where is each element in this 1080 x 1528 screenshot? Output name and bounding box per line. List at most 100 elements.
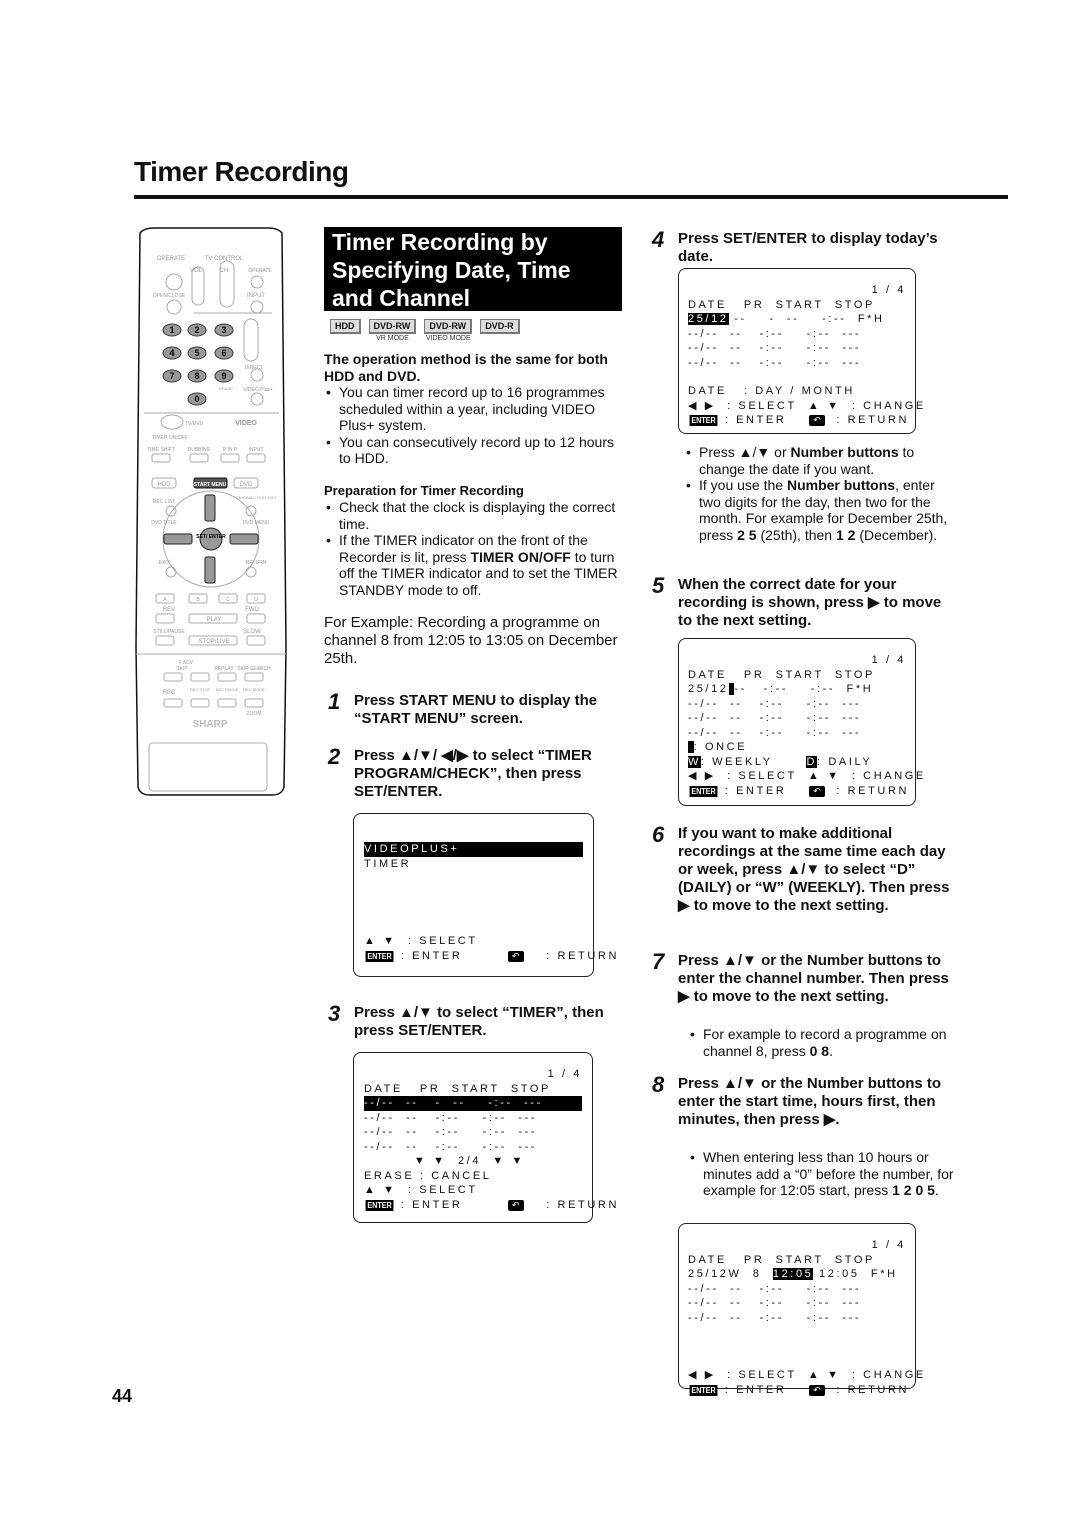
timer-row: --/-- -- -:-- -:-- --- — [364, 1111, 538, 1124]
label-exit: EXIT — [158, 560, 169, 566]
label-replay: REPLAY — [214, 666, 234, 672]
label-skip-search: SKIP SEARCH — [237, 666, 271, 672]
page-indicator: 1 / 4 — [871, 654, 906, 666]
heading-line: Timer Recording by — [332, 229, 548, 255]
return-key-icon: ↶ — [809, 415, 825, 426]
return-key-icon: ↶ — [809, 785, 825, 797]
timer-row: --/-- -- -:-- -:-- --- — [688, 342, 862, 354]
notes-block: The operation method is the same for bot… — [324, 351, 624, 668]
label-input-2: INPUT — [249, 447, 264, 453]
hint-select-change: ◀ ▶ : SELECT ▲ ▼ : CHANGE — [688, 770, 926, 782]
label-direct: DIRECT — [245, 365, 264, 371]
media-badges: HDD DVD-RW VR MODE DVD-RW VIDEO MODE DVD-R — [330, 319, 520, 344]
page-indicator: 1 / 4 — [871, 284, 906, 296]
label-tv-dvd: TV/DVD — [185, 421, 204, 427]
remote-control-illustration: 1 2 3 4 5 6 7 8 9 0 START MENU SET/ ENTE… — [134, 227, 288, 797]
label-still-pause: STILL/PAUSE — [153, 629, 185, 635]
hint-enter-return: ENTER : ENTER ↶ : RETURN — [689, 1383, 910, 1396]
badge-dvd-rw-video: DVD-RW VIDEO MODE — [424, 319, 473, 342]
hdd-key: HDD — [158, 482, 172, 488]
label-input: INPUT — [247, 293, 265, 299]
list-header: DATE PR START STOP — [688, 298, 875, 311]
label-time-shift: TIME SHIFT — [147, 447, 175, 453]
osd-timer-list: 1 / 4 DATE PR START STOP --/-- -- - -- -… — [353, 1052, 616, 1223]
timer-row-active: 25/12W 8 12:05 12:05 F*H — [688, 1268, 898, 1280]
step-7: 7 Press ▲/▼ or the Number buttons to ente… — [652, 949, 949, 1006]
key-d: D — [254, 597, 258, 603]
timer-row: --/-- -- -:-- -:-- --- — [364, 1140, 538, 1153]
step-5: 5 When the correct date for your recordin… — [652, 573, 942, 630]
step-2: 2 Press ▲/▼/ ◀/▶ to select “TIMER PROGRAM… — [328, 744, 592, 801]
enter-key-icon: ENTER — [365, 1199, 394, 1211]
label-dvd-menu: DVD MENU — [243, 520, 270, 526]
return-key-icon: ↶ — [507, 950, 524, 962]
timer-row: --/-- -- -:-- -:-- --- — [688, 1282, 862, 1295]
note-item: When entering less than 10 hours or minu… — [688, 1149, 954, 1199]
label-original-playlist: ORIGINAL/ PLAY LIST — [236, 495, 277, 500]
pager: ▼ ▼ 2/4 ▼ ▼ — [414, 1155, 525, 1167]
date-format-hint: DATE : DAY / MONTH — [688, 385, 855, 397]
key-3: 3 — [221, 325, 226, 335]
timer-row-active: 25/12 -- - -- -:-- F*H — [688, 313, 885, 325]
label-rec: REC — [163, 690, 176, 696]
osd-start-menu: VIDEOPLUS+ TIMER ▲ ▼ : SELECT ENTER : EN… — [353, 813, 619, 977]
play-key: PLAY — [207, 617, 222, 623]
timer-row: --/-- -- - -- -:-- --- — [364, 1096, 582, 1111]
osd-date-entry: 1 / 4 DATE PR START STOP 25/12 -- - -- -… — [678, 268, 926, 434]
timer-row: --/-- -- -:-- -:-- --- — [688, 356, 862, 369]
label-operate: OPERATE — [157, 256, 185, 262]
note-item: If you use the Number buttons, enter two… — [684, 477, 950, 543]
enter-key-icon: ENTER — [689, 785, 718, 797]
note-item: You can consecutively record up to 12 ho… — [324, 434, 624, 467]
timer-row: --/-- -- -:-- -:-- --- — [688, 697, 862, 710]
note-item: For example to record a programme on cha… — [688, 1026, 954, 1059]
timer-row: --/-- -- -:-- -:-- --- — [688, 1297, 862, 1309]
prep-item: If the TIMER indicator on the front of t… — [324, 532, 624, 598]
timer-row: --/-- -- -:-- -:-- --- — [688, 726, 862, 739]
note-item: You can timer record up to 16 programmes… — [324, 384, 624, 434]
timer-row: --/-- -- -:-- -:-- --- — [364, 1126, 538, 1138]
key-2: 2 — [194, 325, 199, 335]
step-3: 3 Press ▲/▼ to select “TIMER”, then press… — [328, 1001, 604, 1040]
label-tv-operate: OPERATE — [248, 268, 272, 274]
label-zoom: ZOOM — [247, 711, 262, 717]
list-header: DATE PR START STOP — [688, 1253, 875, 1266]
page-number: 44 — [112, 1386, 133, 1406]
title-rule — [134, 195, 1008, 199]
label-rec-pause: REC PAUSE — [216, 687, 239, 692]
step-6: 6 If you want to make additional recordin… — [652, 822, 950, 915]
key-c: C — [226, 597, 230, 603]
hint-select-change: ◀ ▶ : SELECT ▲ ▼ : CHANGE — [688, 399, 926, 412]
key-8: 8 — [194, 371, 199, 381]
timer-row-active: 25/12 -- -:-- -:-- F*H — [688, 683, 874, 695]
enter-key-icon: ENTER — [365, 950, 394, 962]
step-4: 4 Press SET/ENTER to display today’s date… — [652, 227, 938, 266]
sharp-logo: SHARP — [192, 719, 227, 730]
enter-key-icon: ENTER — [689, 415, 718, 426]
step-1: 1 Press START MENU to display the “START … — [328, 689, 598, 728]
mode-once: : ONCE — [688, 740, 906, 755]
hint-erase: ERASE : CANCEL — [364, 1169, 492, 1182]
section-heading: Timer Recording by Specifying Date, Time… — [324, 227, 622, 311]
osd-time-entry: 1 / 4 DATE PR START STOP 25/12W 8 12:05 … — [678, 1223, 923, 1396]
set-enter-key: SET/ ENTER — [196, 534, 226, 540]
menu-item-videoplus: VIDEOPLUS+ — [364, 842, 583, 857]
label-dvd-title: DVD TITLE — [151, 520, 177, 526]
page-indicator: 1 / 4 — [871, 1239, 906, 1251]
label-rev: REV — [163, 607, 175, 613]
label-video-plus: VIDEO Plus+ — [243, 387, 273, 393]
label-tv-control: TV CONTROL — [205, 256, 244, 262]
label-skip: SKIP — [176, 666, 188, 672]
key-9: 9 — [221, 371, 226, 381]
label-open-close: OPEN/CLOSE — [153, 293, 186, 299]
key-7: 7 — [169, 371, 174, 381]
label-return: RETURN — [246, 560, 267, 566]
hint-enter-return: ENTER : ENTER ↶ : RETURN — [365, 949, 619, 962]
hint-enter-return: ENTER : ENTER ↶ : RETURN — [689, 784, 910, 797]
label-timer-on-off: TIMER ON/OFF — [152, 435, 188, 441]
badge-dvd-rw-vr: DVD-RW VR MODE — [368, 319, 417, 344]
key-0: 0 — [194, 394, 199, 404]
label-ch: CH — [220, 268, 229, 274]
key-5: 5 — [194, 348, 199, 358]
start-menu-key: START MENU — [194, 482, 227, 488]
